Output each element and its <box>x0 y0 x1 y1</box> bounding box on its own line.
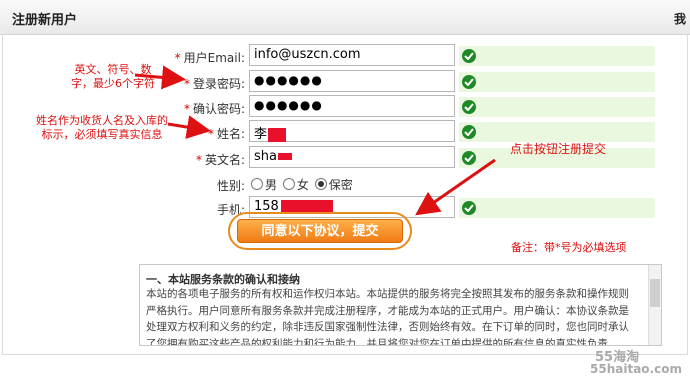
terms-scrollbar[interactable] <box>648 265 661 345</box>
scroll-thumb[interactable] <box>650 279 660 307</box>
terms-body: 本站的各项电子服务的所有权和运作权归本站。本站提供的服务将完全按照其发布的服务条… <box>146 288 629 346</box>
watermark-url: 55haitao.com <box>590 362 682 376</box>
terms-box[interactable]: 一、本站服务条款的确认和接纳 本站的各项电子服务的所有权和运作权归本站。本站提供… <box>139 264 662 346</box>
arrow-to-password <box>134 65 186 90</box>
arrow-to-name <box>167 115 211 139</box>
arrow-to-submit <box>415 158 496 216</box>
terms-heading: 一、本站服务条款的确认和接纳 <box>146 273 300 286</box>
